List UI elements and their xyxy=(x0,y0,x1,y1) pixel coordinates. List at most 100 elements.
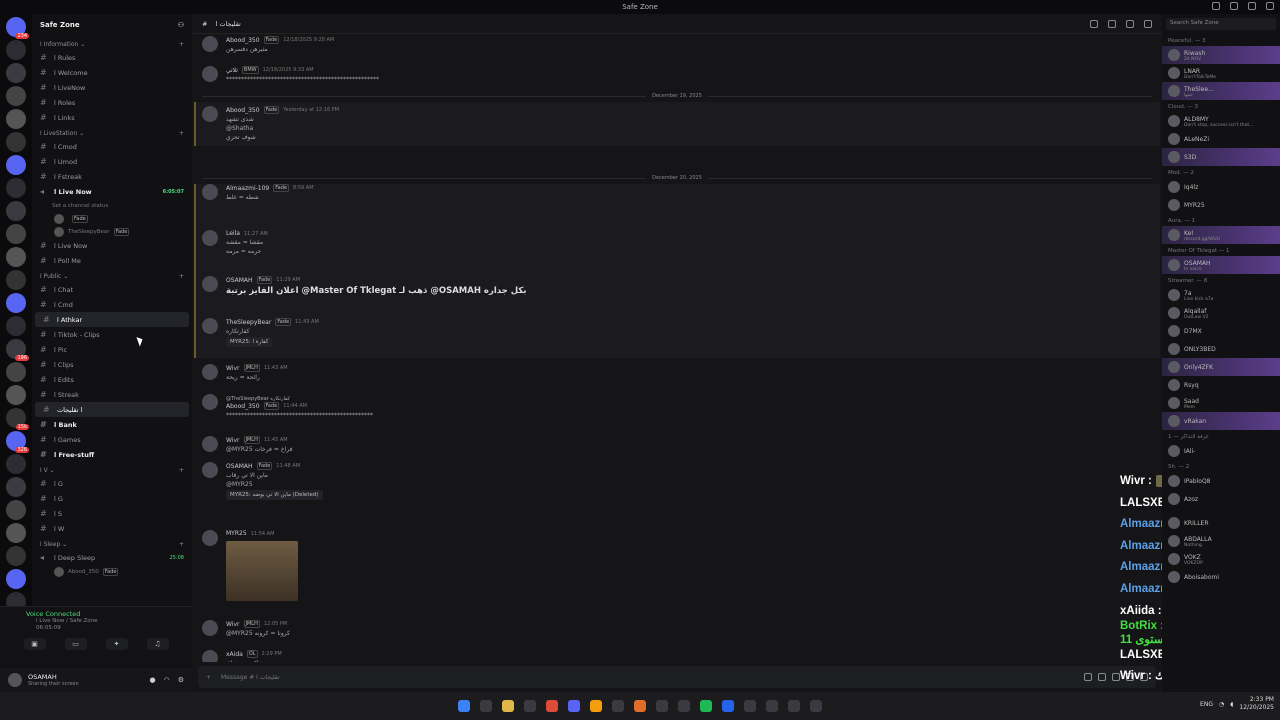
gif-icon[interactable] xyxy=(1098,673,1106,681)
author-name[interactable]: MYR25 xyxy=(226,530,247,537)
message-composer[interactable]: + Message # تقليجات ا xyxy=(198,666,1156,688)
voice-user[interactable]: Fade xyxy=(32,212,192,225)
add-channel-icon[interactable]: + xyxy=(179,541,184,548)
server-header[interactable]: Safe Zone ⚇ xyxy=(32,14,192,36)
member-item[interactable]: ONLY3BED xyxy=(1162,340,1280,358)
server-icon[interactable] xyxy=(6,155,26,175)
member-item[interactable]: KRILLER xyxy=(1162,514,1280,532)
clock[interactable]: 2:33 PM 12/20/2025 xyxy=(1239,696,1274,712)
add-channel-icon[interactable]: + xyxy=(179,130,184,137)
category-v[interactable]: ا V ⌄ + xyxy=(32,464,192,476)
message-input[interactable]: Message # تقليجات ا xyxy=(221,674,280,681)
category-information[interactable]: ا Information ⌄ + xyxy=(32,38,192,50)
voice-user[interactable]: Abood_350 Fade xyxy=(32,565,192,578)
channel-public-9[interactable]: # ا Bank xyxy=(32,417,192,432)
screen-share-icon[interactable]: ▭ xyxy=(64,638,87,650)
app-icon[interactable] xyxy=(810,700,822,712)
inbox-icon[interactable] xyxy=(1212,2,1220,10)
channel-info-0[interactable]: # ا Rules xyxy=(32,50,192,65)
voice-user[interactable]: TheSleepyBear Fade xyxy=(32,225,192,238)
avatar[interactable] xyxy=(202,462,218,478)
server-icon[interactable] xyxy=(6,500,26,520)
member-item[interactable]: Aboisabomi xyxy=(1162,568,1280,586)
app-icon[interactable] xyxy=(788,700,800,712)
channel-v-2[interactable]: # ا S xyxy=(32,506,192,521)
avatar[interactable] xyxy=(202,66,218,82)
app-icon[interactable] xyxy=(656,700,668,712)
avatar[interactable] xyxy=(202,650,218,662)
channel-status[interactable]: Set a channel status xyxy=(32,199,192,212)
member-item[interactable]: ALD8MY Don't stop, success isn't that... xyxy=(1162,112,1280,130)
member-item[interactable]: vRakan xyxy=(1162,412,1280,430)
channel-live-after-1[interactable]: # ا Poll Me xyxy=(32,253,192,268)
image-attachment[interactable] xyxy=(226,541,298,601)
channel-live-after-0[interactable]: # ا Live Now xyxy=(32,238,192,253)
avatar[interactable] xyxy=(202,230,218,246)
channel-public-5[interactable]: # ا Clips xyxy=(32,357,192,372)
avatar[interactable] xyxy=(202,184,218,200)
app-icon[interactable] xyxy=(722,700,734,712)
channel-v-1[interactable]: # ا G xyxy=(32,491,192,506)
category-livestation[interactable]: ا LiveStation ⌄ + xyxy=(32,127,192,139)
server-icon[interactable] xyxy=(6,523,26,543)
channel-public-1[interactable]: # ا Cmd xyxy=(32,297,192,312)
member-item[interactable]: Riwash 24 NOV xyxy=(1162,46,1280,64)
avatar[interactable] xyxy=(202,318,218,334)
server-icon[interactable] xyxy=(6,201,26,221)
channel-v-0[interactable]: # ا G xyxy=(32,476,192,491)
author-name[interactable]: TheSleepyBear xyxy=(226,319,271,326)
gear-icon[interactable]: ⚙ xyxy=(178,676,184,684)
category-sleep[interactable]: ا Sleep ⌄ + xyxy=(32,538,192,550)
avatar[interactable] xyxy=(202,364,218,380)
member-item[interactable]: Rsyq xyxy=(1162,376,1280,394)
channel-public-10[interactable]: # ا Games xyxy=(32,432,192,447)
member-item[interactable]: OSAMAH In voice xyxy=(1162,256,1280,274)
author-name[interactable]: Wivr xyxy=(226,365,240,372)
maximize-icon[interactable] xyxy=(1248,2,1256,10)
server-icon[interactable] xyxy=(6,385,26,405)
chrome-icon[interactable] xyxy=(546,700,558,712)
server-icon[interactable] xyxy=(6,40,26,60)
server-icon[interactable]: 234 xyxy=(6,17,29,39)
server-icon[interactable] xyxy=(6,109,26,129)
channel-info-3[interactable]: # ا Roles xyxy=(32,95,192,110)
app-icon[interactable] xyxy=(590,700,602,712)
channel-live-0[interactable]: # ا Cmod xyxy=(32,139,192,154)
channel-public-2[interactable]: # ا Athkar xyxy=(35,312,189,327)
member-item[interactable]: Iq4lz xyxy=(1162,178,1280,196)
member-item[interactable]: IPabloQ8 xyxy=(1162,472,1280,490)
mute-icon[interactable] xyxy=(1108,19,1116,28)
activity-icon[interactable]: ✦ xyxy=(105,638,128,650)
server-icon[interactable] xyxy=(6,362,26,382)
voice-location[interactable]: ا Live Now / Safe Zone xyxy=(0,618,192,625)
member-item[interactable]: Kel discord.gg/WUU xyxy=(1162,226,1280,244)
member-item[interactable]: S3D xyxy=(1162,148,1280,166)
folder-icon[interactable] xyxy=(502,700,514,712)
member-item[interactable]: TheSlee... حبتها xyxy=(1162,82,1280,100)
channel-public-11[interactable]: # ا Free-stuff xyxy=(32,447,192,462)
server-icon[interactable] xyxy=(6,569,26,589)
author-name[interactable]: Almaazmi-109 xyxy=(226,185,269,192)
member-item[interactable]: ALeNeZi xyxy=(1162,130,1280,148)
author-name[interactable]: OSAMAH xyxy=(226,463,253,470)
search-input[interactable]: Search Safe Zone xyxy=(1166,18,1276,30)
server-icon[interactable]: 15k xyxy=(6,408,29,430)
pin-icon[interactable] xyxy=(1126,19,1134,28)
steam-icon[interactable] xyxy=(612,700,624,712)
server-icon[interactable] xyxy=(6,546,26,566)
avatar[interactable] xyxy=(202,620,218,636)
category-public[interactable]: ا Public ⌄ + xyxy=(32,270,192,282)
channel-public-8[interactable]: # ا تقليجات xyxy=(35,402,189,417)
volume-icon[interactable]: ◖ xyxy=(1230,701,1233,708)
close-icon[interactable] xyxy=(1266,2,1274,10)
threads-icon[interactable] xyxy=(1090,19,1098,28)
channel-public-4[interactable]: # ا Pic xyxy=(32,342,192,357)
author-name[interactable]: Abood_350 xyxy=(226,37,260,44)
member-item[interactable]: ABDALLA Nothing. xyxy=(1162,532,1280,550)
member-item[interactable]: 7a Live kick a7a xyxy=(1162,286,1280,304)
server-icon[interactable] xyxy=(6,454,26,474)
server-icon[interactable]: 326 xyxy=(6,431,29,453)
member-item[interactable]: Azoz xyxy=(1162,490,1280,508)
add-member-icon[interactable]: ⚇ xyxy=(178,21,184,29)
channel-v-3[interactable]: # ا W xyxy=(32,521,192,536)
